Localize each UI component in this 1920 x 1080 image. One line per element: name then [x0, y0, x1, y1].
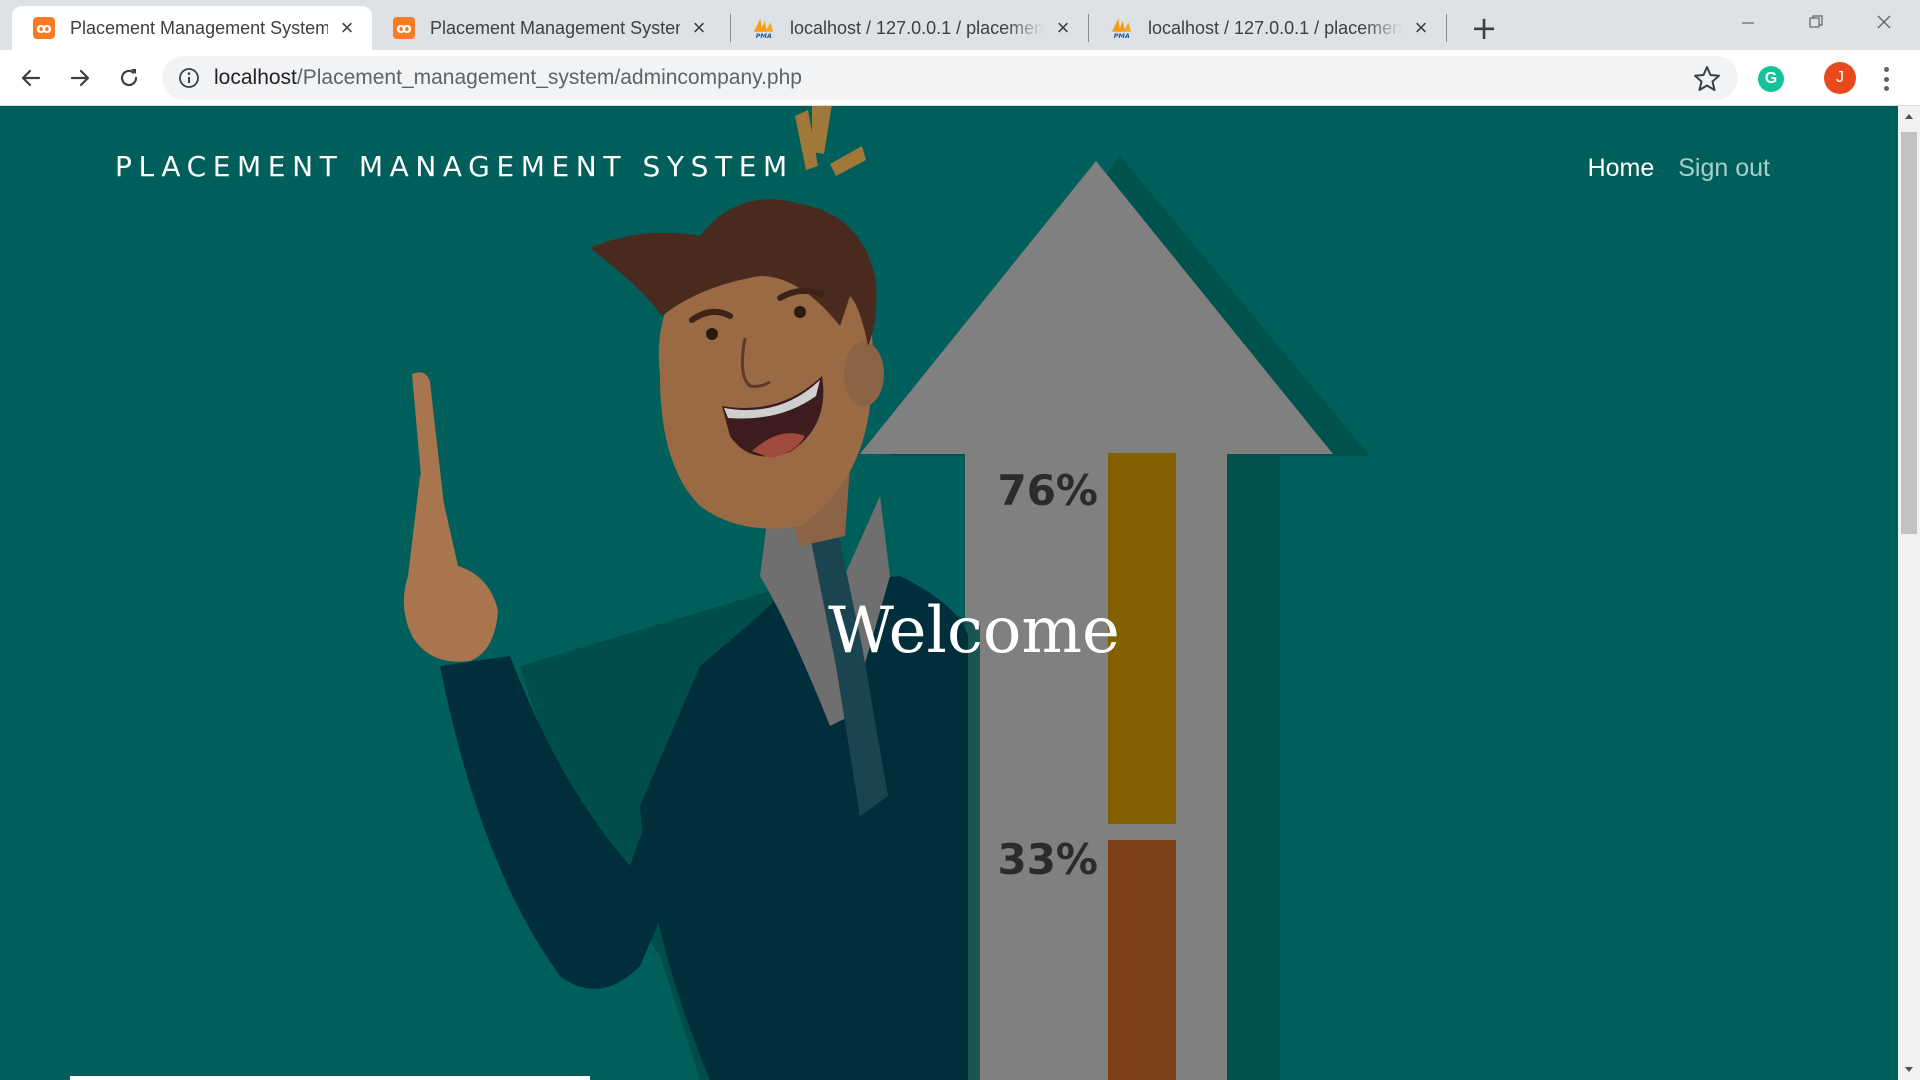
arrow-left-icon	[21, 69, 41, 87]
tab-strip: ꝏ Placement Management System × ꝏ Placem…	[0, 0, 1920, 50]
close-tab-icon[interactable]: ×	[1052, 15, 1074, 40]
svg-text:PMA: PMA	[756, 32, 772, 40]
tab-placement-1[interactable]: ꝏ Placement Management System ×	[12, 6, 372, 50]
xampp-icon: ꝏ	[32, 16, 56, 40]
svg-text:PMA: PMA	[1114, 32, 1130, 40]
tab-placement-2[interactable]: ꝏ Placement Management System ×	[372, 6, 724, 50]
tab-title: Placement Management System	[430, 17, 680, 38]
close-tab-icon[interactable]: ×	[688, 15, 710, 40]
window-close-icon[interactable]	[1854, 6, 1914, 38]
url-path: /Placement_management_system/admincompan…	[296, 66, 802, 89]
welcome-heading: Welcome	[828, 594, 1120, 668]
info-icon[interactable]	[178, 67, 200, 89]
phpmyadmin-icon: PMA	[1110, 16, 1134, 40]
url-host: localhost	[214, 66, 297, 89]
arrow-right-icon	[70, 69, 90, 87]
svg-text:ꝏ: ꝏ	[396, 21, 411, 37]
minimize-icon[interactable]	[1718, 6, 1778, 38]
nav-signout-link[interactable]: Sign out	[1678, 154, 1770, 183]
tab-title: Placement Management System	[70, 17, 328, 38]
browser-toolbar: localhost/Placement_management_system/ad…	[0, 50, 1920, 106]
scroll-up-arrow-icon[interactable]	[1898, 106, 1920, 126]
tab-separator	[1088, 14, 1089, 42]
browser-menu-icon[interactable]	[1874, 64, 1898, 94]
site-nav: Home Sign out	[1588, 154, 1770, 183]
site-header: PLACEMENT MANAGEMENT SYSTEM Home Sign ou…	[0, 106, 1898, 1080]
grammarly-extension-icon[interactable]: G	[1758, 66, 1784, 92]
phpmyadmin-icon: PMA	[752, 16, 776, 40]
vertical-scrollbar[interactable]	[1898, 106, 1920, 1080]
xampp-icon: ꝏ	[392, 16, 416, 40]
restore-icon[interactable]	[1786, 6, 1846, 38]
reload-icon	[120, 69, 138, 87]
page-viewport: 76% 33% PLACEMENT MANAGEMENT SYSTEM Home…	[0, 106, 1898, 1080]
tab-separator	[730, 14, 731, 42]
new-tab-button[interactable]: +	[1466, 9, 1502, 47]
svg-text:ꝏ: ꝏ	[36, 21, 51, 37]
tab-separator	[1446, 14, 1447, 42]
close-tab-icon[interactable]: ×	[336, 15, 358, 40]
profile-avatar[interactable]: J	[1824, 62, 1856, 94]
forward-button[interactable]	[61, 59, 99, 97]
url-text: localhost/Placement_management_system/ad…	[214, 66, 802, 90]
reload-button[interactable]	[110, 59, 148, 97]
tab-title: localhost / 127.0.0.1 / placement	[790, 17, 1044, 38]
tab-phpmyadmin-2[interactable]: PMA localhost / 127.0.0.1 / placement ×	[1090, 6, 1446, 50]
tab-title: localhost / 127.0.0.1 / placement	[1148, 17, 1402, 38]
address-bar[interactable]: localhost/Placement_management_system/ad…	[162, 56, 1738, 100]
back-button[interactable]	[12, 59, 50, 97]
close-tab-icon[interactable]: ×	[1410, 15, 1432, 40]
scrollbar-thumb[interactable]	[1901, 132, 1917, 534]
horizontal-scroll-indicator	[70, 1076, 590, 1080]
site-brand[interactable]: PLACEMENT MANAGEMENT SYSTEM	[115, 150, 794, 183]
nav-home-link[interactable]: Home	[1588, 154, 1655, 183]
bookmark-star-icon[interactable]	[1692, 64, 1722, 94]
scroll-down-arrow-icon[interactable]	[1898, 1060, 1920, 1080]
tab-phpmyadmin-1[interactable]: PMA localhost / 127.0.0.1 / placement ×	[732, 6, 1088, 50]
